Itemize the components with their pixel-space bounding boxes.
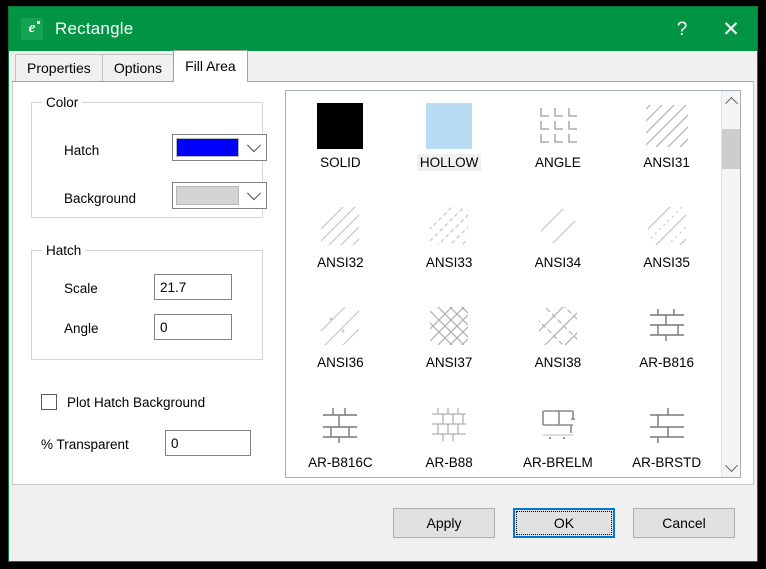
app-icon-dot [37, 21, 40, 24]
pattern-item-ansi35[interactable]: ANSI35 [612, 197, 721, 297]
pattern-item-ansi31[interactable]: ANSI31 [612, 97, 721, 197]
tab-options[interactable]: Options [101, 53, 175, 82]
pattern-swatch-ansi34 [535, 203, 581, 249]
cancel-button[interactable]: Cancel [633, 508, 735, 538]
hatch-color-combo[interactable] [172, 134, 267, 161]
pattern-swatch-ar-brstd [644, 403, 690, 449]
rectangle-dialog: e Rectangle ? ✕ Properties Options Fill … [8, 6, 758, 562]
pattern-swatch-ar-b816 [644, 303, 690, 349]
plot-hatch-background-label: Plot Hatch Background [67, 394, 206, 410]
transparent-label: % Transparent [41, 437, 129, 452]
pattern-swatch-ansi36 [317, 303, 363, 349]
pattern-swatch-ansi37 [426, 303, 472, 349]
angle-input[interactable]: 0 [154, 314, 232, 340]
dialog-footer: Apply OK Cancel [9, 485, 757, 561]
transparent-input[interactable]: 0 [165, 430, 251, 456]
hatch-group-legend: Hatch [42, 243, 86, 258]
pattern-list-scrollbar[interactable] [721, 91, 740, 477]
title-bar: e Rectangle ? ✕ [9, 7, 757, 51]
pattern-swatch-ar-b88 [426, 403, 472, 449]
plot-hatch-background-checkbox[interactable] [41, 394, 57, 410]
tab-strip: Properties Options Fill Area [9, 49, 757, 82]
pattern-swatch-hollow [426, 103, 473, 149]
pattern-item-angle[interactable]: ANGLE [504, 97, 613, 197]
pattern-swatch-solid [317, 103, 364, 149]
pattern-item-ansi37[interactable]: ANSI37 [395, 297, 504, 397]
scale-label: Scale [64, 281, 98, 296]
window-title: Rectangle [55, 19, 134, 38]
scrollbar-thumb[interactable] [722, 129, 740, 169]
pattern-swatch-ar-b816c [317, 403, 363, 449]
background-color-label: Background [64, 191, 137, 206]
hatch-color-swatch [176, 138, 239, 157]
apply-button[interactable]: Apply [393, 508, 495, 538]
pattern-label: ANSI35 [643, 255, 690, 270]
pattern-label: ANSI38 [534, 355, 582, 370]
pattern-label: HOLLOW [416, 154, 482, 171]
pattern-item-ansi34[interactable]: ANSI34 [504, 197, 613, 297]
pattern-item-ansi32[interactable]: ANSI32 [286, 197, 395, 297]
background-color-chevron-down-icon[interactable] [242, 183, 266, 208]
hatch-pattern-grid: SOLID HOLLOW ANGLE ANSI31 ANSI32 ANSI33 … [286, 91, 721, 477]
pattern-label: ANSI36 [317, 355, 364, 370]
pattern-label: AR-B816C [308, 455, 373, 470]
pattern-item-ansi33[interactable]: ANSI33 [395, 197, 504, 297]
pattern-item-ansi38[interactable]: ANSI38 [504, 297, 613, 397]
scroll-up-icon[interactable] [722, 91, 740, 110]
pattern-swatch-ansi35 [644, 203, 690, 249]
hatch-color-label: Hatch [64, 143, 100, 158]
scrollbar-track[interactable] [722, 109, 740, 459]
pattern-swatch-ansi31 [644, 103, 690, 149]
tab-fill-area[interactable]: Fill Area [173, 49, 248, 82]
pattern-label: ANSI37 [425, 355, 473, 370]
pattern-swatch-ar-brelm [535, 403, 581, 449]
app-icon: e [21, 18, 43, 40]
fill-area-tab-page: Color Hatch Background Hatch Scale 21.7 … [12, 81, 754, 485]
pattern-item-ar-brelm[interactable]: AR-BRELM [504, 397, 613, 477]
color-group: Color Hatch Background [31, 95, 267, 218]
pattern-item-ar-b88[interactable]: AR-B88 [395, 397, 504, 477]
color-group-legend: Color [42, 95, 83, 110]
close-icon[interactable]: ✕ [705, 7, 757, 51]
pattern-label: AR-B88 [425, 455, 473, 470]
pattern-swatch-ansi38 [535, 303, 581, 349]
pattern-label: ANSI31 [643, 155, 690, 170]
pattern-label: AR-BRSTD [632, 455, 702, 470]
hatch-group: Hatch Scale 21.7 Angle 0 [31, 243, 263, 360]
pattern-item-ar-brstd[interactable]: AR-BRSTD [612, 397, 721, 477]
pattern-item-ar-b816[interactable]: AR-B816 [612, 297, 721, 397]
background-color-swatch [176, 186, 239, 205]
pattern-label: SOLID [320, 155, 361, 170]
pattern-label: AR-B816 [639, 355, 695, 370]
pattern-swatch-ansi32 [317, 203, 363, 249]
pattern-label: ANSI33 [425, 255, 473, 270]
pattern-label: ANSI32 [317, 255, 364, 270]
pattern-label: ANGLE [534, 155, 581, 170]
pattern-swatch-ansi33 [426, 203, 472, 249]
pattern-label: AR-BRELM [522, 455, 593, 470]
pattern-item-solid[interactable]: SOLID [286, 97, 395, 197]
pattern-item-hollow[interactable]: HOLLOW [395, 97, 504, 197]
tab-properties[interactable]: Properties [15, 53, 103, 82]
hatch-pattern-list[interactable]: SOLID HOLLOW ANGLE ANSI31 ANSI32 ANSI33 … [285, 90, 741, 478]
pattern-item-ar-b816c[interactable]: AR-B816C [286, 397, 395, 477]
ok-button-label: OK [553, 515, 575, 531]
titlebar-buttons: ? ✕ [659, 7, 757, 51]
scroll-down-icon[interactable] [722, 458, 740, 477]
pattern-swatch-angle [535, 103, 581, 149]
angle-label: Angle [64, 321, 99, 336]
scale-input[interactable]: 21.7 [154, 274, 232, 300]
hatch-color-chevron-down-icon[interactable] [242, 135, 266, 160]
pattern-label: ANSI34 [534, 255, 582, 270]
pattern-item-ansi36[interactable]: ANSI36 [286, 297, 395, 397]
ok-button[interactable]: OK [513, 508, 615, 538]
background-color-combo[interactable] [172, 182, 267, 209]
help-button[interactable]: ? [659, 7, 705, 51]
plot-hatch-background-row[interactable]: Plot Hatch Background [41, 394, 205, 410]
